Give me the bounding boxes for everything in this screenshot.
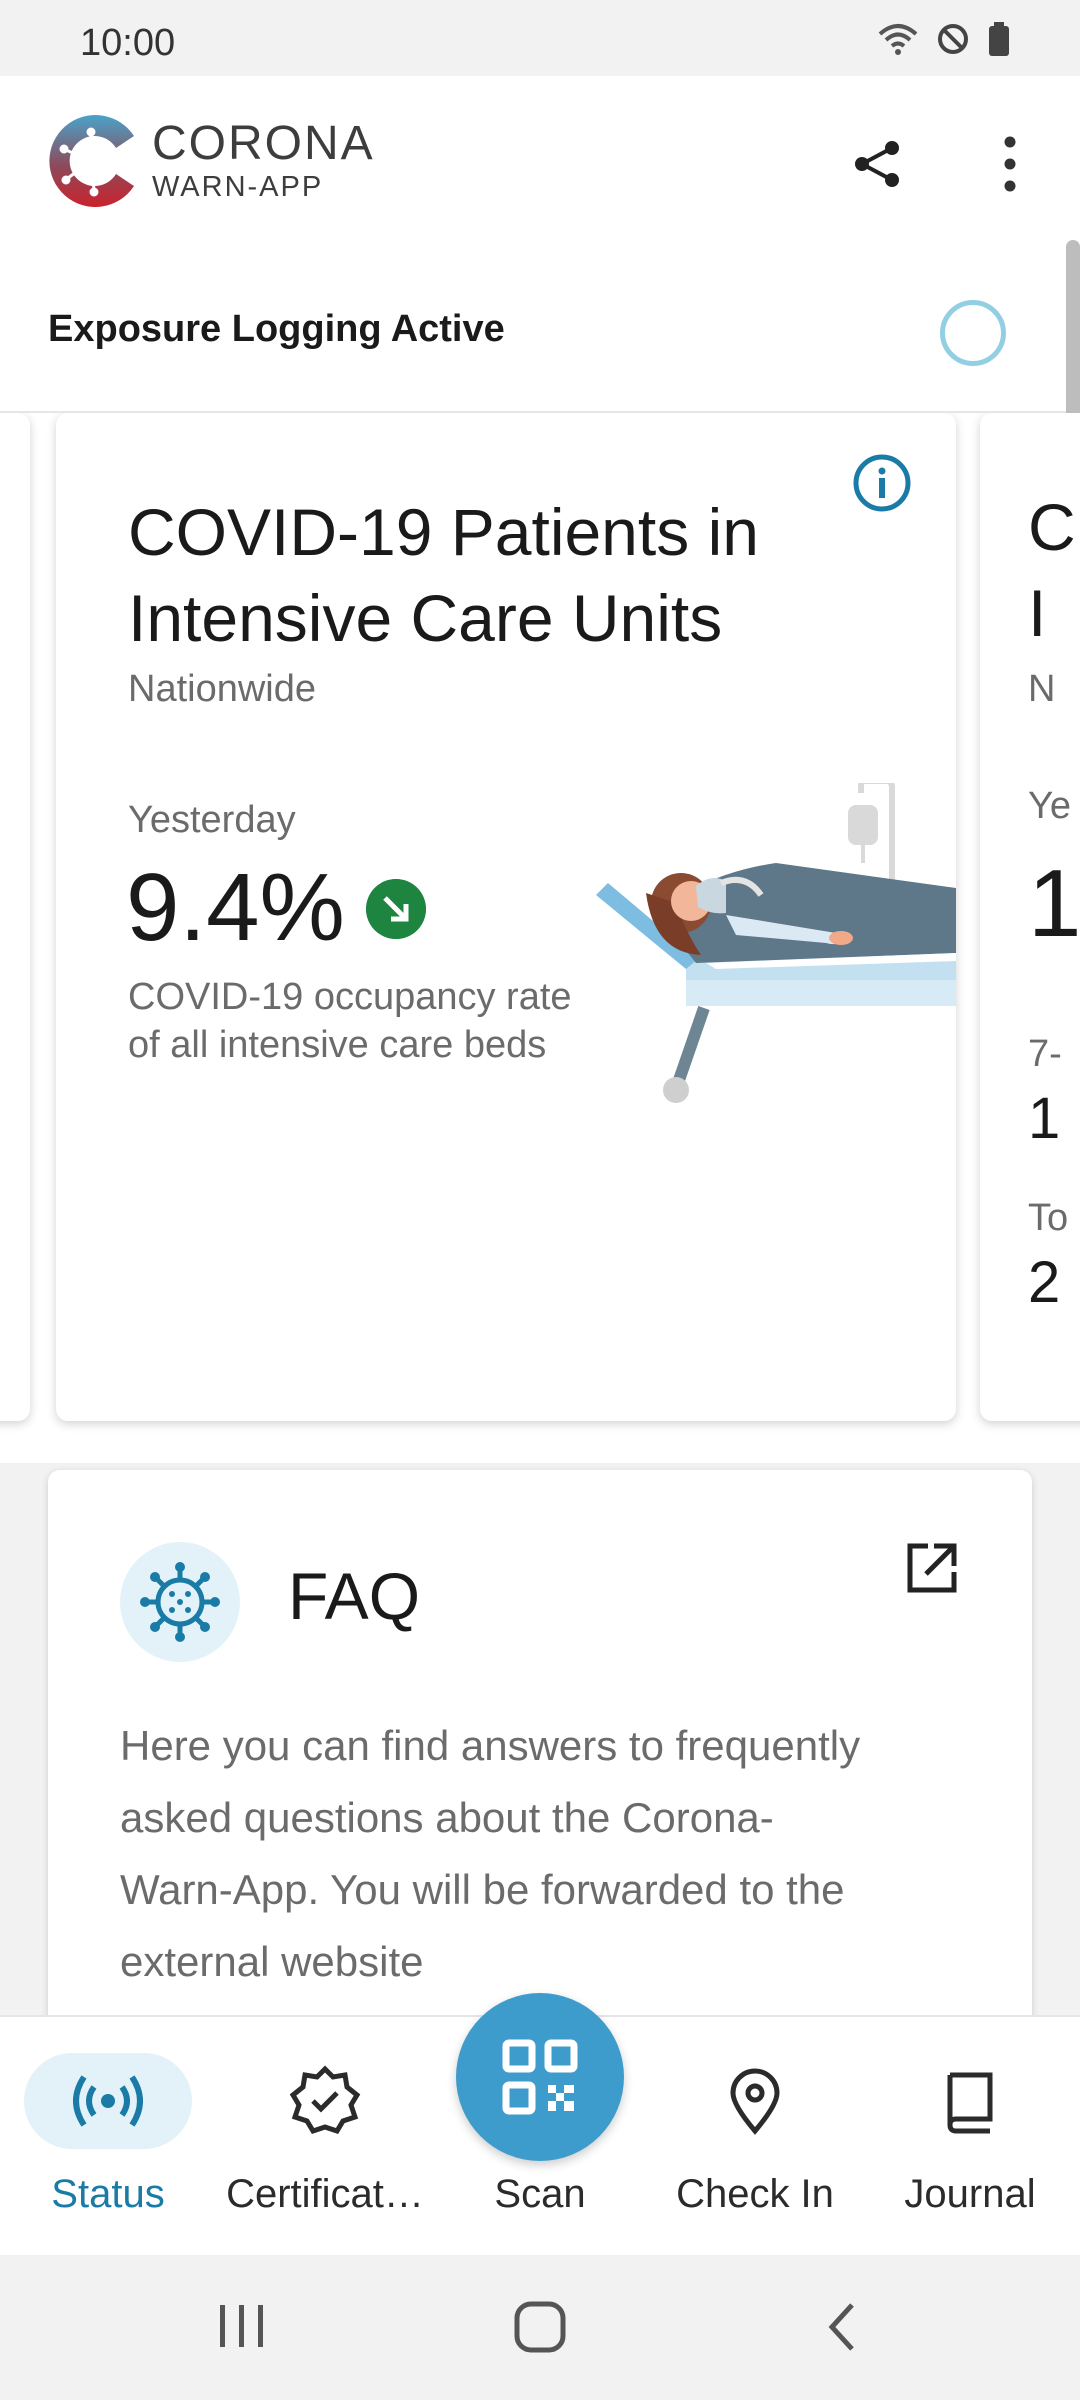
statistics-card-next[interactable]: C I N Ye 1 7- 1 To 2 <box>980 413 1080 1421</box>
peek-region: N <box>1028 668 1056 710</box>
statistics-card-previous[interactable] <box>0 413 30 1421</box>
status-icon <box>73 2075 143 2127</box>
nav-label-journal: Journal <box>904 2172 1036 2216</box>
statistics-period: Yesterday <box>128 799 296 841</box>
nav-item-check-in[interactable]: Check In <box>650 2017 860 2257</box>
peek-period: Ye <box>1028 785 1071 827</box>
virus-icon <box>140 1562 220 1642</box>
do-not-disturb-icon <box>938 24 968 54</box>
battery-icon <box>989 22 1009 56</box>
nav-item-status[interactable]: Status <box>0 2017 216 2257</box>
journal-icon <box>947 2072 993 2134</box>
nav-label-certificates: Certificat… <box>226 2172 424 2216</box>
exposure-logging-label: Exposure Logging Active <box>48 308 505 350</box>
faq-icon-container <box>120 1542 240 1662</box>
faq-title: FAQ <box>288 1559 421 1633</box>
icu-patient-illustration <box>596 783 956 1103</box>
faq-description: Here you can find answers to frequently … <box>120 1722 861 1985</box>
corona-warn-app-logo <box>49 115 134 207</box>
trend-down-arrow-icon <box>366 879 426 939</box>
scan-fab[interactable] <box>456 1993 624 2161</box>
peek-total-value: 2 <box>1028 1250 1061 1315</box>
location-pin-icon <box>730 2068 780 2135</box>
statistics-card-title: COVID-19 Patients in Intensive Care Unit… <box>128 495 759 655</box>
status-icons <box>878 22 1010 56</box>
certificate-icon <box>289 2065 361 2135</box>
nav-label-status: Status <box>51 2172 165 2216</box>
peek-value: 1 <box>1028 850 1080 957</box>
nav-label-check-in: Check In <box>676 2172 834 2216</box>
more-vert-icon[interactable] <box>990 132 1030 196</box>
nav-item-journal[interactable]: Journal <box>870 2017 1070 2257</box>
exposure-logging-progress-icon <box>940 300 1006 366</box>
qr-scan-icon <box>502 2039 578 2115</box>
statistics-value: 9.4% <box>126 854 345 961</box>
exposure-logging-status[interactable]: Exposure Logging Active <box>0 246 1080 413</box>
wifi-icon <box>878 24 918 55</box>
peek-secondary-value: 1 <box>1028 1086 1061 1151</box>
faq-card[interactable]: FAQ Here you can find answers to frequen… <box>48 1470 1032 2030</box>
recent-apps-icon[interactable] <box>214 2301 270 2351</box>
share-icon[interactable] <box>850 136 906 192</box>
status-bar: 10:00 <box>0 0 1080 76</box>
status-time: 10:00 <box>80 22 176 64</box>
statistics-card-region: Nationwide <box>128 668 316 710</box>
peek-title-line1: C <box>1028 490 1076 564</box>
bottom-navigation: Status Certificat… Scan Check In Journal <box>0 1993 1080 2257</box>
info-icon[interactable] <box>852 453 912 513</box>
back-icon[interactable] <box>822 2299 862 2355</box>
peek-secondary-label: 7- <box>1028 1033 1062 1075</box>
brand-subtitle: WARN-APP <box>152 171 324 203</box>
statistics-description: COVID-19 occupancy rate of all intensive… <box>128 976 572 1066</box>
system-navigation-bar <box>0 2255 1080 2400</box>
statistics-card-icu[interactable]: COVID-19 Patients in Intensive Care Unit… <box>56 413 956 1421</box>
peek-title-line2: I <box>1028 576 1047 650</box>
brand-name: CORONA <box>152 117 375 170</box>
nav-item-scan[interactable]: Scan <box>440 1993 640 2257</box>
external-link-icon[interactable] <box>902 1538 962 1598</box>
app-bar: CORONA WARN-APP <box>0 76 1080 246</box>
home-icon[interactable] <box>512 2299 568 2355</box>
peek-total-label: To <box>1028 1197 1069 1239</box>
nav-item-certificates[interactable]: Certificat… <box>210 2017 440 2257</box>
nav-label-scan: Scan <box>494 2172 586 2216</box>
statistics-carousel[interactable]: COVID-19 Patients in Intensive Care Unit… <box>0 413 1080 1463</box>
